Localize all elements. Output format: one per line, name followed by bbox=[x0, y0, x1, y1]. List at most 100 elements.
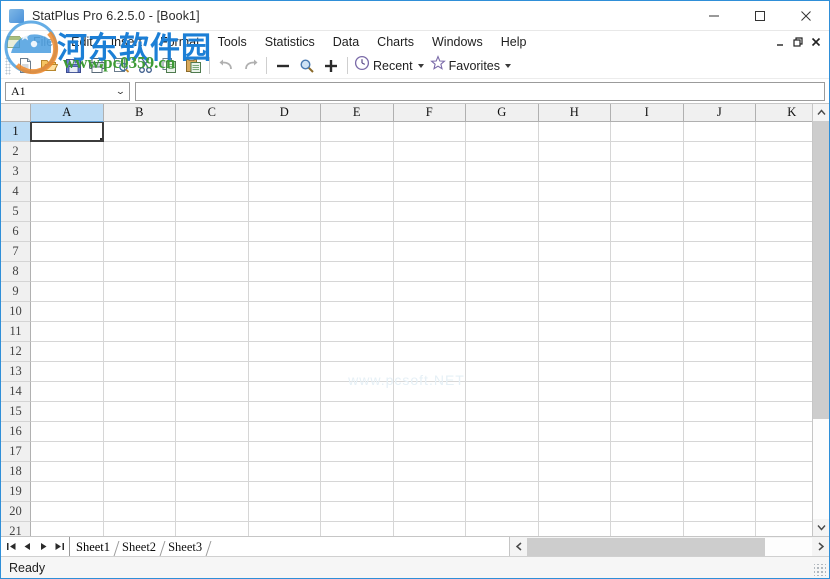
cell-F7[interactable] bbox=[394, 242, 467, 262]
cell-H6[interactable] bbox=[539, 222, 612, 242]
row-header-18[interactable]: 18 bbox=[1, 462, 31, 482]
horizontal-scrollbar[interactable] bbox=[509, 537, 829, 556]
cell-E6[interactable] bbox=[321, 222, 394, 242]
cell-K15[interactable] bbox=[756, 402, 812, 422]
formula-input[interactable] bbox=[135, 82, 825, 101]
cell-K1[interactable] bbox=[756, 122, 812, 142]
cell-E14[interactable] bbox=[321, 382, 394, 402]
copy-icon[interactable] bbox=[157, 55, 181, 77]
cell-F19[interactable] bbox=[394, 482, 467, 502]
cell-E18[interactable] bbox=[321, 462, 394, 482]
cell-H13[interactable] bbox=[539, 362, 612, 382]
cell-C1[interactable] bbox=[176, 122, 249, 142]
cell-J12[interactable] bbox=[684, 342, 757, 362]
column-header-F[interactable]: F bbox=[394, 104, 467, 122]
cell-A13[interactable] bbox=[31, 362, 104, 382]
sheet-tab-sheet3[interactable]: Sheet3 bbox=[164, 539, 210, 556]
mdi-restore-button[interactable] bbox=[789, 33, 807, 51]
cell-D6[interactable] bbox=[249, 222, 322, 242]
cell-I2[interactable] bbox=[611, 142, 684, 162]
cell-B8[interactable] bbox=[104, 262, 177, 282]
cell-G15[interactable] bbox=[466, 402, 539, 422]
cell-A17[interactable] bbox=[31, 442, 104, 462]
cell-G4[interactable] bbox=[466, 182, 539, 202]
cell-E1[interactable] bbox=[321, 122, 394, 142]
column-header-D[interactable]: D bbox=[249, 104, 322, 122]
cell-H19[interactable] bbox=[539, 482, 612, 502]
column-header-I[interactable]: I bbox=[611, 104, 684, 122]
redo-icon[interactable] bbox=[238, 55, 262, 77]
cell-J15[interactable] bbox=[684, 402, 757, 422]
cell-D19[interactable] bbox=[249, 482, 322, 502]
cut-icon[interactable] bbox=[133, 55, 157, 77]
cell-G14[interactable] bbox=[466, 382, 539, 402]
open-icon[interactable] bbox=[37, 55, 61, 77]
cell-B16[interactable] bbox=[104, 422, 177, 442]
cell-C20[interactable] bbox=[176, 502, 249, 522]
cell-G13[interactable] bbox=[466, 362, 539, 382]
cell-A11[interactable] bbox=[31, 322, 104, 342]
chevron-down-icon[interactable]: ⌄ bbox=[116, 87, 129, 96]
cell-C3[interactable] bbox=[176, 162, 249, 182]
cell-I11[interactable] bbox=[611, 322, 684, 342]
cell-A14[interactable] bbox=[31, 382, 104, 402]
menu-charts[interactable]: Charts bbox=[368, 33, 423, 51]
cell-J13[interactable] bbox=[684, 362, 757, 382]
cell-F16[interactable] bbox=[394, 422, 467, 442]
cell-A4[interactable] bbox=[31, 182, 104, 202]
cell-E4[interactable] bbox=[321, 182, 394, 202]
scroll-up-button[interactable] bbox=[813, 104, 829, 121]
cell-I5[interactable] bbox=[611, 202, 684, 222]
cell-B15[interactable] bbox=[104, 402, 177, 422]
cell-A6[interactable] bbox=[31, 222, 104, 242]
cell-E10[interactable] bbox=[321, 302, 394, 322]
cell-F18[interactable] bbox=[394, 462, 467, 482]
column-header-E[interactable]: E bbox=[321, 104, 394, 122]
cell-J6[interactable] bbox=[684, 222, 757, 242]
cell-I4[interactable] bbox=[611, 182, 684, 202]
cell-J7[interactable] bbox=[684, 242, 757, 262]
cell-K6[interactable] bbox=[756, 222, 812, 242]
cell-H18[interactable] bbox=[539, 462, 612, 482]
row-header-10[interactable]: 10 bbox=[1, 302, 31, 322]
cell-D5[interactable] bbox=[249, 202, 322, 222]
menu-file[interactable]: File bbox=[24, 33, 62, 51]
cell-K4[interactable] bbox=[756, 182, 812, 202]
column-header-G[interactable]: G bbox=[466, 104, 539, 122]
row-header-19[interactable]: 19 bbox=[1, 482, 31, 502]
cell-H20[interactable] bbox=[539, 502, 612, 522]
cell-B11[interactable] bbox=[104, 322, 177, 342]
cell-E9[interactable] bbox=[321, 282, 394, 302]
cell-A18[interactable] bbox=[31, 462, 104, 482]
cell-H7[interactable] bbox=[539, 242, 612, 262]
row-header-12[interactable]: 12 bbox=[1, 342, 31, 362]
cell-I15[interactable] bbox=[611, 402, 684, 422]
cell-D18[interactable] bbox=[249, 462, 322, 482]
cell-I20[interactable] bbox=[611, 502, 684, 522]
menu-tools[interactable]: Tools bbox=[209, 33, 256, 51]
cell-K19[interactable] bbox=[756, 482, 812, 502]
cell-D14[interactable] bbox=[249, 382, 322, 402]
cell-J8[interactable] bbox=[684, 262, 757, 282]
horizontal-scroll-thumb[interactable] bbox=[527, 538, 765, 556]
cell-G5[interactable] bbox=[466, 202, 539, 222]
cell-H5[interactable] bbox=[539, 202, 612, 222]
cell-E13[interactable] bbox=[321, 362, 394, 382]
cell-K12[interactable] bbox=[756, 342, 812, 362]
cell-I7[interactable] bbox=[611, 242, 684, 262]
scroll-down-button[interactable] bbox=[813, 519, 829, 536]
cell-D11[interactable] bbox=[249, 322, 322, 342]
cell-F15[interactable] bbox=[394, 402, 467, 422]
cell-B20[interactable] bbox=[104, 502, 177, 522]
cell-K3[interactable] bbox=[756, 162, 812, 182]
cell-I3[interactable] bbox=[611, 162, 684, 182]
cell-C10[interactable] bbox=[176, 302, 249, 322]
cell-C21[interactable] bbox=[176, 522, 249, 536]
cell-J9[interactable] bbox=[684, 282, 757, 302]
cell-F2[interactable] bbox=[394, 142, 467, 162]
cell-A2[interactable] bbox=[31, 142, 104, 162]
cell-B7[interactable] bbox=[104, 242, 177, 262]
column-header-J[interactable]: J bbox=[684, 104, 757, 122]
cell-B21[interactable] bbox=[104, 522, 177, 536]
zoom-icon[interactable] bbox=[295, 55, 319, 77]
